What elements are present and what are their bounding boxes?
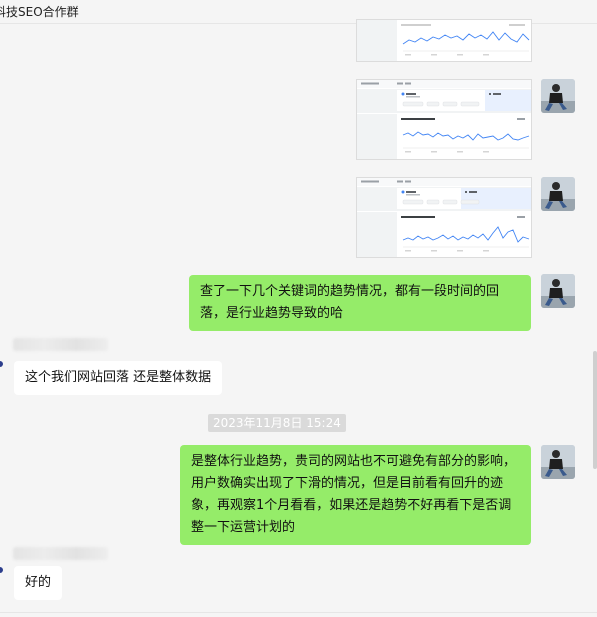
avatar-photo xyxy=(541,79,575,113)
avatar-photo xyxy=(541,445,575,479)
trends-comparison-thumbnail xyxy=(357,178,531,257)
google-trends-screenshot-image[interactable] xyxy=(356,177,532,258)
own-message-bubble[interactable]: 查了一下几个关键词的趋势情况，都有一段时间的回落，是行业趋势导致的哈 xyxy=(189,275,531,331)
input-area-edge xyxy=(0,612,597,617)
sender-name-blurred xyxy=(13,338,108,351)
user-avatar[interactable] xyxy=(541,79,575,113)
google-trends-screenshot-image[interactable] xyxy=(356,79,532,160)
avatar-edge xyxy=(0,361,3,367)
trends-comparison-thumbnail xyxy=(357,80,531,159)
own-message-bubble[interactable]: 是整体行业趋势，贵司的网站也不可避免有部分的影响，用户数确实出现了下滑的情况，但… xyxy=(180,445,531,545)
user-avatar[interactable] xyxy=(541,274,575,308)
user-avatar[interactable] xyxy=(541,177,575,211)
chat-area[interactable]: 查了一下几个关键词的趋势情况，都有一段时间的回落，是行业趋势导致的哈 这个我们网… xyxy=(0,19,597,617)
sender-name-blurred xyxy=(13,547,108,560)
trend-chart-thumbnail xyxy=(357,20,531,61)
scrollbar[interactable] xyxy=(593,351,597,469)
avatar-edge xyxy=(0,567,3,573)
chat-title: 科技SEO合作群 xyxy=(0,5,79,19)
avatar-photo xyxy=(541,177,575,211)
trend-screenshot-image[interactable] xyxy=(356,19,532,62)
other-message-bubble[interactable]: 好的 xyxy=(14,566,63,600)
avatar-photo xyxy=(541,274,575,308)
other-message-bubble[interactable]: 这个我们网站回落 还是整体数据 xyxy=(14,361,223,395)
user-avatar[interactable] xyxy=(541,445,575,479)
message-timestamp: 2023年11月8日 15:24 xyxy=(208,414,346,432)
